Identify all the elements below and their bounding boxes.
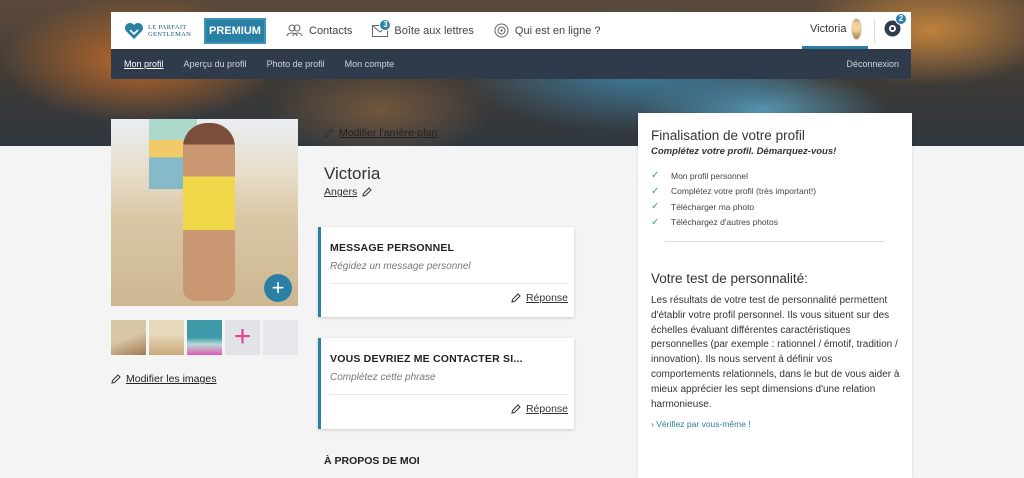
photo-thumbnail[interactable] [111, 320, 146, 355]
checklist-label: Télécharger ma photo [671, 201, 755, 212]
add-photo-button[interactable]: + [264, 274, 292, 302]
pencil-icon [362, 187, 372, 197]
personality-test-title: Votre test de personnalité: [651, 271, 808, 286]
notifications-badge: 2 [895, 12, 907, 25]
photo-thumbnail[interactable] [187, 320, 222, 355]
reply-button[interactable]: Réponse [511, 403, 568, 415]
profile-city[interactable]: Angers [324, 186, 372, 198]
nav-contacts-label: Contacts [309, 24, 353, 37]
online-target-icon [494, 23, 509, 38]
check-icon: ✓ [651, 216, 660, 228]
personality-test-link-label: Vérifiez par vous-même ! [656, 419, 751, 429]
photo-person [183, 123, 235, 301]
user-name: Victoria [810, 23, 847, 35]
completion-subtitle: Complétez votre profil. Démarquez-vous! [651, 146, 837, 157]
pencil-icon [324, 128, 334, 138]
profile-name: Victoria [324, 164, 381, 183]
edit-background-link[interactable]: Modifier l'arrière-plan [324, 127, 437, 139]
personal-message-card: MESSAGE PERSONNEL Régidez un message per… [318, 227, 574, 317]
completion-title: Finalisation de votre profil [651, 128, 805, 143]
heart-logo-icon [125, 22, 143, 39]
profile-subnav: Mon profil Aperçu du profil Photo de pro… [111, 49, 911, 79]
contact-me-if-card: VOUS DEVRIEZ ME CONTACTER SI... Compléte… [318, 338, 574, 429]
check-icon: ✓ [651, 170, 660, 182]
premium-button[interactable]: PREMIUM [204, 17, 266, 44]
chevron-right-icon: › [651, 419, 654, 429]
site-logo[interactable]: LE PARFAIT GENTLEMAN [124, 22, 204, 40]
notifications-button[interactable]: 2 [884, 12, 907, 42]
logo-line-1: LE PARFAIT [148, 23, 187, 31]
subnav-my-account[interactable]: Mon compte [345, 59, 395, 69]
city-label: Angers [324, 186, 358, 198]
card-title: VOUS DEVRIEZ ME CONTACTER SI... [330, 353, 523, 365]
nav-mailbox[interactable]: 3 Boîte aux lettres [372, 18, 474, 37]
pencil-icon [511, 293, 521, 303]
checklist-label: Complétez votre profil (très important!) [671, 186, 817, 197]
card-divider [330, 394, 568, 395]
reply-label: Réponse [525, 403, 568, 415]
reply-label: Réponse [525, 292, 568, 304]
top-navigation: LE PARFAIT GENTLEMAN PREMIUM Contacts 3 … [111, 12, 911, 49]
reply-button[interactable]: Réponse [511, 292, 568, 304]
card-divider [330, 283, 568, 284]
checklist-item[interactable]: ✓ Mon profil personnel [651, 168, 816, 184]
nav-online-label: Qui est en ligne ? [514, 24, 601, 37]
subnav-profile-preview[interactable]: Aperçu du profil [184, 59, 247, 69]
contacts-icon [286, 24, 303, 37]
checklist-item[interactable]: ✓ Téléchargez d'autres photos [651, 215, 816, 231]
nav-online[interactable]: Qui est en ligne ? [494, 23, 601, 38]
card-placeholder[interactable]: Complétez cette phrase [330, 372, 436, 383]
mailbox-badge: 3 [379, 18, 392, 31]
checklist-label: Mon profil personnel [671, 170, 749, 181]
add-thumbnail-button[interactable]: + [225, 320, 260, 355]
edit-images-label: Modifier les images [126, 373, 217, 385]
about-me-heading: À PROPOS DE MOI [324, 455, 420, 467]
photo-thumbnails: + [111, 320, 298, 355]
avatar [851, 18, 862, 40]
card-placeholder[interactable]: Régidez un message personnel [330, 261, 471, 272]
personality-test-link[interactable]: › Vérifiez par vous-même ! [651, 419, 751, 429]
logo-line-2: GENTLEMAN [148, 30, 192, 38]
checklist-label: Téléchargez d'autres photos [671, 217, 778, 228]
photo-thumbnail[interactable] [149, 320, 184, 355]
edit-background-label: Modifier l'arrière-plan [339, 127, 438, 139]
check-icon: ✓ [651, 201, 660, 213]
edit-images-link[interactable]: Modifier les images [111, 373, 216, 385]
subnav-profile-photo[interactable]: Photo de profil [267, 59, 325, 69]
panel-divider [665, 241, 885, 242]
user-menu[interactable]: Victoria [802, 12, 868, 49]
check-icon: ✓ [651, 185, 660, 197]
personality-test-description: Les résultats de votre test de personnal… [651, 295, 900, 410]
nav-contacts[interactable]: Contacts [286, 24, 352, 37]
checklist-item[interactable]: ✓ Complétez votre profil (très important!… [651, 184, 816, 200]
nav-divider [874, 18, 875, 43]
card-title: MESSAGE PERSONNEL [330, 242, 455, 254]
subnav-my-profile[interactable]: Mon profil [124, 59, 164, 69]
logo-text: LE PARFAIT GENTLEMAN [148, 24, 191, 38]
empty-thumbnail-slot [263, 320, 298, 355]
completion-checklist: ✓ Mon profil personnel ✓ Complétez votre p… [651, 168, 816, 230]
checklist-item[interactable]: ✓ Télécharger ma photo [651, 199, 816, 215]
nav-mailbox-label: Boîte aux lettres [394, 24, 474, 37]
pencil-icon [111, 374, 121, 384]
profile-completion-panel: Finalisation de votre profil Complétez v… [638, 113, 912, 478]
logout-link[interactable]: Déconnexion [846, 59, 899, 69]
pencil-icon [511, 404, 521, 414]
